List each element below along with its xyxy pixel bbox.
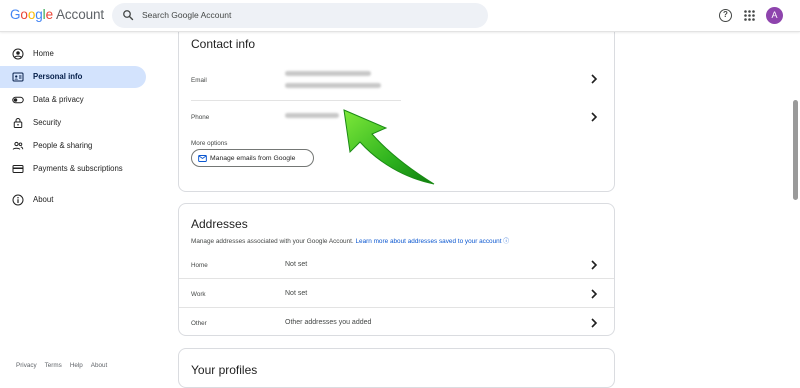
top-bar: Google Account Search Google Account ? A [0,0,800,32]
lock-icon [13,118,23,128]
search-icon [123,10,134,21]
address-label: Other [191,320,207,327]
sidebar-item-data-privacy[interactable]: Data & privacy [0,89,146,111]
email-row[interactable]: Email [179,61,614,97]
redacted-email-1 [285,71,371,76]
sidebar-item-label: Payments & subscriptions [33,164,123,173]
address-row-work[interactable]: Work Not set [179,279,614,307]
address-value: Not set [285,290,308,297]
addresses-title: Addresses [191,217,248,231]
search-bar[interactable]: Search Google Account [112,3,488,28]
sidebar-item-payments[interactable]: Payments & subscriptions [0,158,146,180]
sidebar-item-about[interactable]: About [0,189,146,211]
addresses-description: Manage addresses associated with your Go… [191,238,354,245]
green-arrow-annotation [343,109,435,185]
redacted-email-2 [285,83,381,88]
logo-suffix: Account [56,7,105,22]
footer-help-link[interactable]: Help [70,362,83,369]
search-placeholder: Search Google Account [142,10,232,20]
chevron-right-icon [591,260,598,270]
addresses-card: Addresses Manage addresses associated wi… [178,203,615,336]
info-icon: ⓘ [501,239,510,245]
footer-privacy-link[interactable]: Privacy [16,362,37,369]
footer-links: Privacy Terms Help About [16,362,115,369]
avatar[interactable]: A [766,7,783,24]
profiles-title: Your profiles [191,363,258,377]
people-icon [12,141,24,150]
help-icon[interactable]: ? [719,9,732,22]
chevron-right-icon [591,74,598,84]
google-account-logo[interactable]: Google Account [10,7,104,22]
footer-terms-link[interactable]: Terms [45,362,62,369]
address-row-other[interactable]: Other Other addresses you added [179,308,614,336]
sidebar-item-home[interactable]: Home [0,43,146,65]
sidebar-item-label: People & sharing [33,141,93,150]
address-value: Not set [285,261,308,268]
address-row-home[interactable]: Home Not set [179,249,614,277]
sidebar-item-label: Home [33,49,54,58]
id-card-icon [12,72,24,82]
mail-icon [198,155,207,162]
sidebar-item-label: Personal info [33,72,83,81]
chevron-right-icon [591,112,598,122]
manage-emails-button[interactable]: Manage emails from Google [191,149,314,167]
sidebar-item-people-sharing[interactable]: People & sharing [0,135,146,157]
address-label: Work [191,291,206,298]
learn-more-link[interactable]: Learn more about addresses saved to your… [355,238,501,245]
phone-label: Phone [191,114,210,121]
chevron-right-icon [591,289,598,299]
sidebar-item-label: Security [33,118,62,127]
apps-grid-icon[interactable] [744,10,755,21]
chevron-right-icon [591,318,598,328]
sidebar-item-personal-info[interactable]: Personal info [0,66,146,88]
footer-about-link[interactable]: About [91,362,107,369]
manage-emails-label: Manage emails from Google [210,155,296,162]
redacted-phone [285,113,339,118]
info-icon [12,194,24,206]
email-label: Email [191,77,207,84]
row-divider [191,100,401,101]
credit-card-icon [12,165,24,173]
address-value: Other addresses you added [285,319,372,326]
account-circle-icon [12,48,24,60]
google-wordmark: Google [10,7,53,22]
sidebar-item-label: About [33,195,54,204]
more-options-label: More options [191,140,228,147]
sidebar-item-security[interactable]: Security [0,112,146,134]
profiles-card: Your profiles [178,348,615,388]
toggle-icon [12,96,24,104]
page-scrollbar[interactable] [793,100,798,200]
sidebar-item-label: Data & privacy [33,95,84,104]
addresses-subtitle: Manage addresses associated with your Go… [191,236,509,245]
contact-info-title: Contact info [191,37,256,51]
address-label: Home [191,262,208,269]
